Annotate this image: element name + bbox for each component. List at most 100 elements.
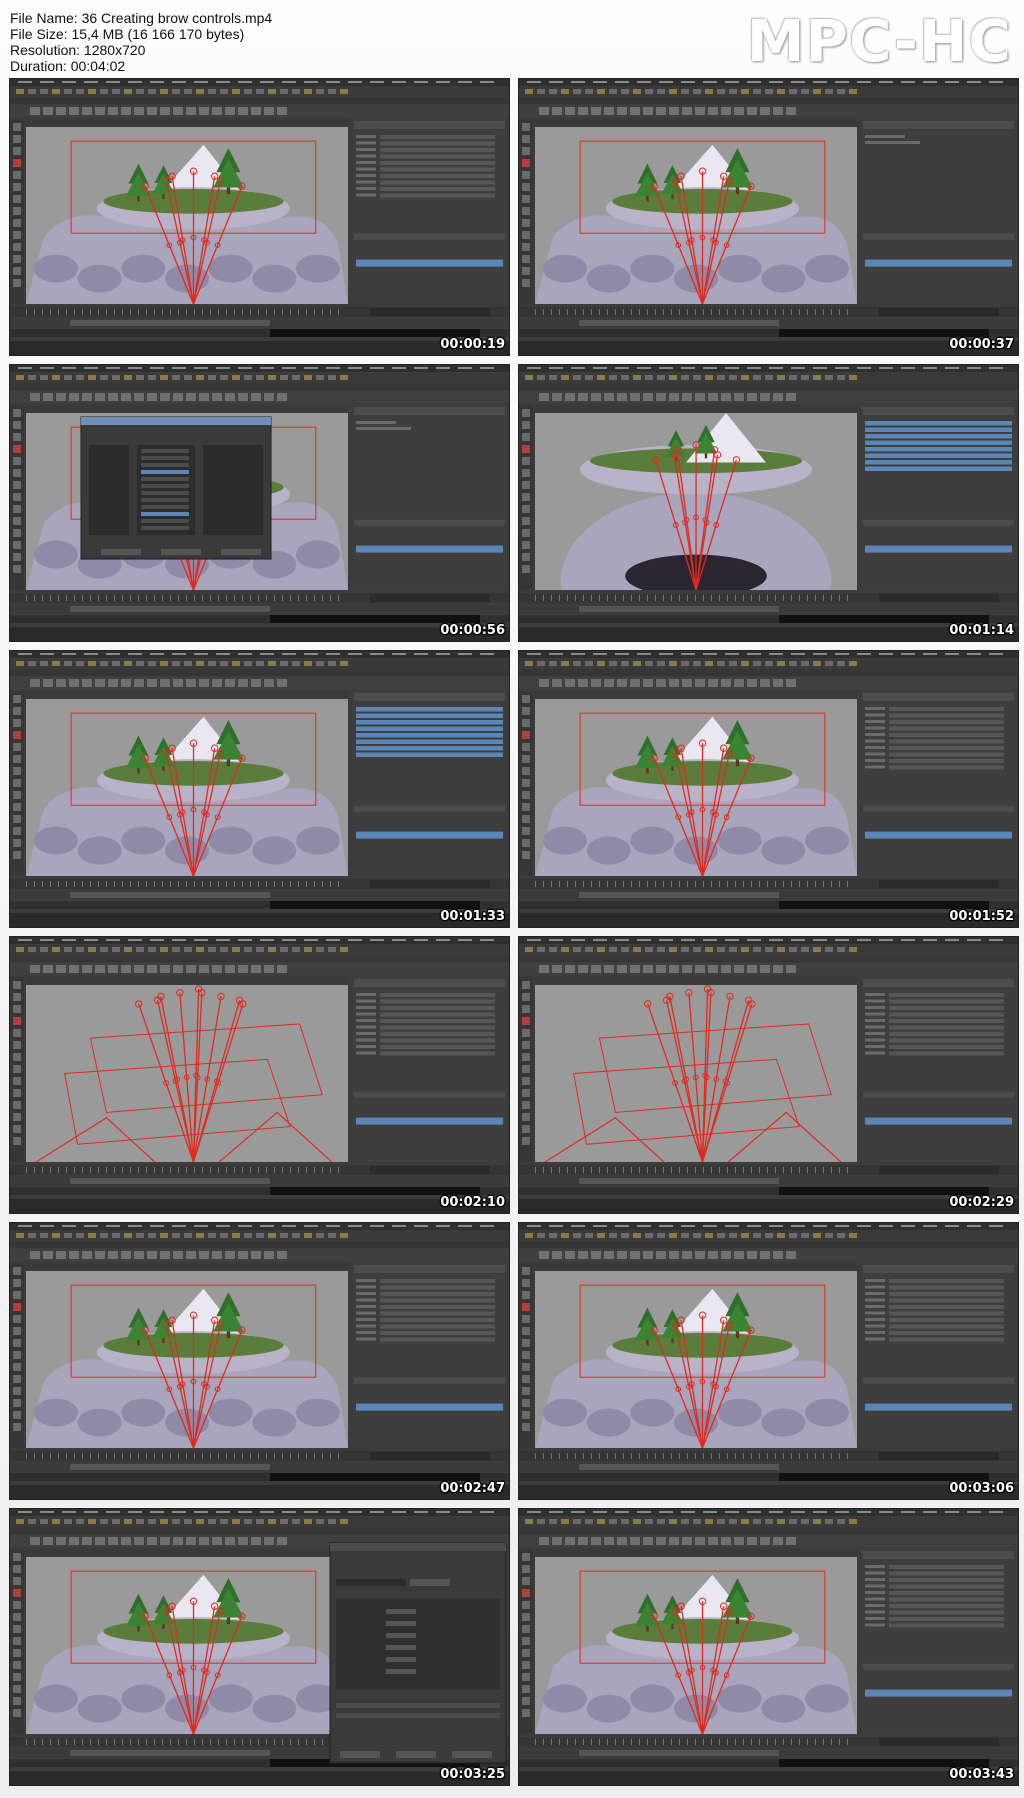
time-tick bbox=[122, 309, 123, 315]
time-tick bbox=[759, 1167, 760, 1173]
menu-item bbox=[615, 939, 629, 941]
file-info: File Name: 36 Creating brow controls.mp4… bbox=[10, 10, 770, 74]
channel-label bbox=[865, 1285, 885, 1289]
thumbnail[interactable]: 00:01:14 bbox=[518, 364, 1019, 642]
time-tick bbox=[535, 1453, 536, 1459]
channel-row bbox=[380, 1331, 495, 1335]
channel-row bbox=[380, 180, 495, 185]
tool-icon bbox=[13, 1125, 21, 1133]
thumbnail[interactable]: 00:03:25 bbox=[9, 1508, 510, 1786]
menu-item bbox=[615, 653, 629, 655]
shelf-icon bbox=[95, 965, 105, 973]
shelf-icon bbox=[604, 393, 614, 401]
tool-icon bbox=[13, 529, 21, 537]
channel-row bbox=[889, 1617, 1004, 1621]
thumbnail[interactable]: 00:01:52 bbox=[518, 650, 1019, 928]
thumbnail[interactable]: 00:00:37 bbox=[518, 78, 1019, 356]
thumbnail[interactable]: 00:02:10 bbox=[9, 936, 510, 1214]
time-tick bbox=[122, 881, 123, 887]
menu-item bbox=[18, 81, 32, 83]
creature-spike bbox=[717, 826, 762, 855]
toolbar-icon bbox=[837, 375, 845, 380]
channel-row bbox=[889, 1318, 1004, 1322]
menu-item bbox=[106, 81, 120, 83]
time-tick bbox=[575, 1167, 576, 1173]
menu-item bbox=[458, 1511, 472, 1513]
time-tick bbox=[671, 1739, 672, 1745]
time-tick bbox=[591, 1739, 592, 1745]
time-tick bbox=[34, 1453, 35, 1459]
range-bar bbox=[70, 1750, 270, 1756]
channel-row bbox=[889, 1584, 1004, 1589]
thumbnail[interactable]: 00:02:29 bbox=[518, 936, 1019, 1214]
toolbar-icon bbox=[184, 947, 192, 952]
time-tick bbox=[783, 881, 784, 887]
channel-row bbox=[889, 765, 1004, 770]
time-tick bbox=[202, 595, 203, 601]
thumbnail[interactable]: 00:02:47 bbox=[9, 1222, 510, 1500]
menu-item bbox=[571, 1225, 585, 1227]
toolbar-icon bbox=[40, 661, 48, 666]
toolbar-icon bbox=[825, 1233, 833, 1238]
menu-item bbox=[835, 653, 849, 655]
shelf-icon bbox=[277, 965, 287, 973]
time-tick bbox=[250, 881, 251, 887]
time-tick bbox=[791, 1167, 792, 1173]
channel-label bbox=[356, 999, 376, 1003]
menu-item bbox=[923, 367, 937, 369]
shelf-icon bbox=[251, 393, 261, 401]
time-tick bbox=[58, 1739, 59, 1745]
thumbnail[interactable]: 00:00:19 bbox=[9, 78, 510, 356]
time-tick bbox=[90, 1739, 91, 1745]
menu-item bbox=[945, 939, 959, 941]
toolbar-icon bbox=[825, 375, 833, 380]
toolbar-icon bbox=[741, 1519, 749, 1524]
menu-item bbox=[392, 81, 406, 83]
toolbar-icon bbox=[100, 375, 108, 380]
toolbar-icon bbox=[220, 1519, 228, 1524]
layer-row-selected bbox=[356, 545, 503, 553]
toolbar-icon bbox=[765, 947, 773, 952]
menu-item bbox=[593, 939, 607, 941]
toolbar-icon bbox=[292, 661, 300, 666]
time-tick bbox=[298, 309, 299, 315]
shelf-icon bbox=[56, 1537, 66, 1545]
menu-item bbox=[879, 81, 893, 83]
layer-editor-tabs bbox=[354, 1091, 505, 1098]
attribute-row bbox=[141, 526, 189, 530]
shelf-icon bbox=[43, 1251, 53, 1259]
channel-row bbox=[380, 1045, 495, 1049]
menu-item bbox=[725, 1511, 739, 1513]
toolbar-icon bbox=[681, 661, 689, 666]
script-result bbox=[270, 615, 480, 623]
toolbar-icon bbox=[549, 89, 557, 94]
toolbar-icon bbox=[316, 375, 324, 380]
shelf-icon bbox=[82, 1537, 92, 1545]
toolbar-icon bbox=[717, 375, 725, 380]
creature-spike bbox=[296, 826, 340, 855]
toolbar-icon bbox=[244, 1519, 252, 1524]
toolbar-icon bbox=[813, 375, 821, 380]
time-tick bbox=[583, 309, 584, 315]
channel-row bbox=[889, 1571, 1004, 1576]
thumbnail[interactable]: 00:03:43 bbox=[518, 1508, 1019, 1786]
thumbnail[interactable]: 00:01:33 bbox=[9, 650, 510, 928]
time-tick bbox=[775, 1739, 776, 1745]
tool-icon bbox=[13, 1291, 21, 1299]
channel-label bbox=[356, 1045, 376, 1048]
menu-item bbox=[238, 1511, 252, 1513]
toolbar-icon bbox=[705, 89, 713, 94]
thumbnail[interactable]: 00:03:06 bbox=[518, 1222, 1019, 1500]
time-tick bbox=[583, 1453, 584, 1459]
toolbar-icon bbox=[525, 375, 533, 380]
channel-box-panel bbox=[352, 691, 507, 876]
menu-item bbox=[216, 81, 230, 83]
thumbnail[interactable]: 00:00:56 bbox=[9, 364, 510, 642]
help-line bbox=[10, 913, 509, 927]
shelf-icon bbox=[578, 965, 588, 973]
menu-item bbox=[967, 1511, 981, 1513]
time-tick bbox=[338, 1167, 339, 1173]
toolbar-icon bbox=[124, 1519, 132, 1524]
time-tick bbox=[202, 1739, 203, 1745]
shelf-icon bbox=[56, 107, 66, 115]
